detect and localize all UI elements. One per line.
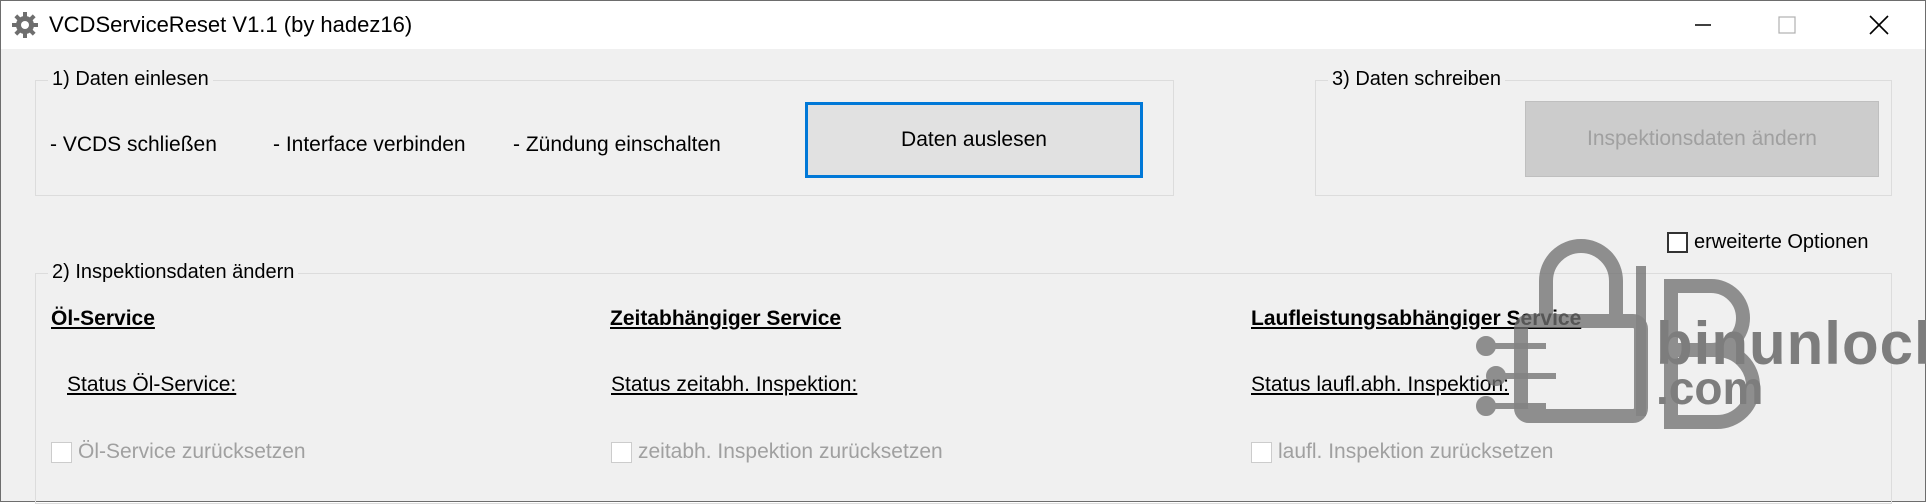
read-data-button[interactable]: Daten auslesen xyxy=(805,102,1143,178)
minimize-button[interactable] xyxy=(1657,1,1749,49)
oil-service-reset-checkbox[interactable] xyxy=(51,441,72,463)
oil-service-reset-label: Öl-Service zurücksetzen xyxy=(78,440,306,463)
minimize-icon xyxy=(1695,24,1711,26)
time-inspection-status-label: Status zeitabh. Inspektion: xyxy=(611,373,858,396)
mileage-inspection-status-label: Status laufl.abh. Inspektion: xyxy=(1251,373,1509,396)
maximize-button[interactable] xyxy=(1741,1,1833,49)
step-connect-interface: - Interface verbinden xyxy=(273,133,466,156)
oil-service-heading: Öl-Service xyxy=(51,307,155,330)
title-bar[interactable]: VCDServiceReset V1.1 (by hadez16) xyxy=(1,1,1925,49)
group-change-inspection-label: 2) Inspektionsdaten ändern xyxy=(48,261,299,284)
step-close-vcds: - VCDS schließen xyxy=(50,133,217,156)
watermark-text-domain: .com xyxy=(1656,362,1764,414)
oil-service-reset-option[interactable]: Öl-Service zurücksetzen xyxy=(51,440,306,464)
time-inspection-reset-option[interactable]: zeitabh. Inspektion zurücksetzen xyxy=(611,440,943,464)
maximize-icon xyxy=(1778,16,1796,34)
step-ignition-on: - Zündung einschalten xyxy=(513,133,721,156)
time-service-heading: Zeitabhängiger Service xyxy=(610,307,842,330)
change-inspection-data-button[interactable]: Inspektionsdaten ändern xyxy=(1525,101,1879,177)
group-read-data-label: 1) Daten einlesen xyxy=(48,68,213,91)
oil-service-status-label: Status Öl-Service: xyxy=(67,373,237,396)
close-button[interactable] xyxy=(1833,1,1925,49)
gear-icon xyxy=(12,12,38,38)
time-inspection-reset-label: zeitabh. Inspektion zurücksetzen xyxy=(638,440,943,463)
app-window: VCDServiceReset V1.1 (by hadez16) 1) Dat… xyxy=(0,0,1926,504)
time-inspection-reset-checkbox[interactable] xyxy=(611,441,632,463)
group-write-data-label: 3) Daten schreiben xyxy=(1328,68,1505,91)
mileage-inspection-reset-checkbox[interactable] xyxy=(1251,441,1272,463)
close-icon xyxy=(1869,15,1889,35)
window-title: VCDServiceReset V1.1 (by hadez16) xyxy=(49,12,413,37)
